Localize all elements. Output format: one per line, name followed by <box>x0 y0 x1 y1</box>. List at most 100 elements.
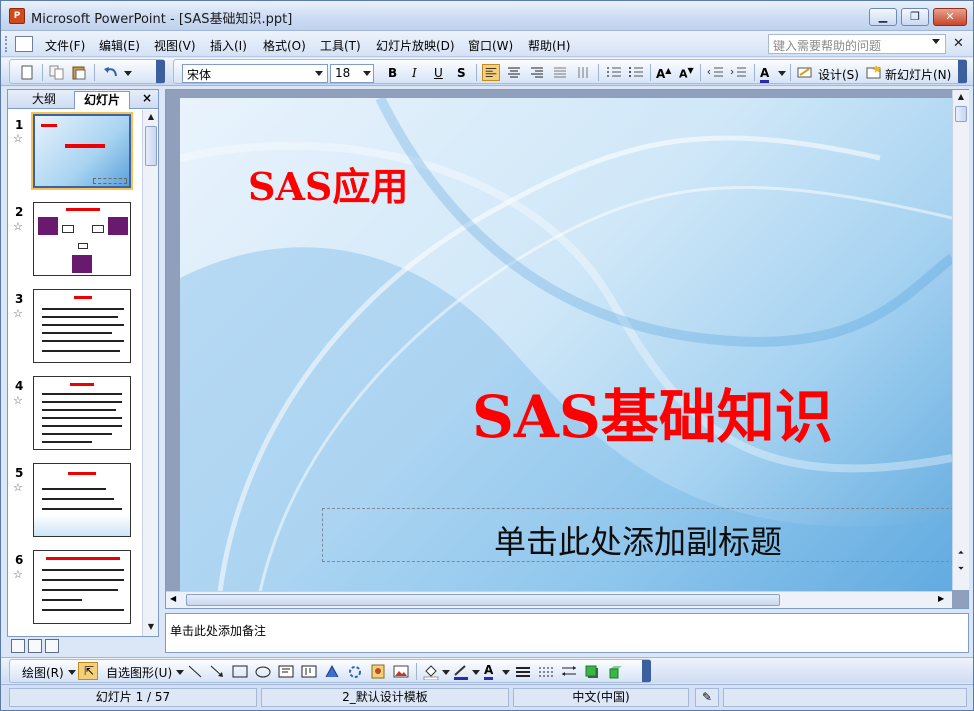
slide-header-text[interactable]: SAS应用 <box>248 156 408 211</box>
wordart-icon[interactable] <box>323 663 341 680</box>
previous-slide-icon[interactable]: ⏶ <box>955 546 967 560</box>
help-dropdown-icon[interactable] <box>932 39 940 44</box>
autoshapes-button[interactable]: 自选图形(U) <box>106 664 172 681</box>
dash-style-icon[interactable] <box>537 663 555 680</box>
menu-file[interactable]: 文件(F) <box>45 37 85 54</box>
distribute-icon[interactable] <box>551 64 569 81</box>
slide-title[interactable]: SAS基础知识 <box>472 370 833 454</box>
menu-grip[interactable] <box>5 36 9 52</box>
decrease-indent-icon[interactable] <box>707 64 725 81</box>
scroll-left-icon[interactable]: ◀ <box>170 594 176 603</box>
font-color-dropdown-icon[interactable] <box>778 71 786 76</box>
oval-tool-icon[interactable] <box>254 663 272 680</box>
copy-icon[interactable] <box>48 64 66 81</box>
bullets-icon[interactable] <box>627 64 645 81</box>
line-color-dropdown-icon[interactable] <box>472 670 480 675</box>
slide-thumbnail-2[interactable] <box>33 202 131 276</box>
slide-thumbnail-5[interactable] <box>33 463 131 537</box>
design-icon[interactable] <box>796 64 814 81</box>
slide-vertical-scrollbar[interactable]: ▲ ⏶ ⏷ <box>952 90 969 590</box>
menu-view[interactable]: 视图(V) <box>154 37 196 54</box>
increase-indent-icon[interactable] <box>730 64 748 81</box>
italic-button[interactable]: I <box>412 66 417 80</box>
toolbar-overflow-icon[interactable] <box>156 60 165 83</box>
pane-close-icon[interactable]: × <box>142 91 152 105</box>
current-slide[interactable]: SAS应用 SAS基础知识 单击此处添加副标题 <box>180 98 952 592</box>
numbering-icon[interactable] <box>605 64 623 81</box>
menu-format[interactable]: 格式(O) <box>263 37 306 54</box>
menu-slideshow[interactable]: 幻灯片放映(D) <box>376 37 455 54</box>
rectangle-tool-icon[interactable] <box>231 663 249 680</box>
menu-window[interactable]: 窗口(W) <box>468 37 513 54</box>
select-objects-icon[interactable]: ⇱ <box>78 662 98 680</box>
autoshapes-dropdown-icon[interactable] <box>176 670 184 675</box>
design-template-status[interactable]: 2_默认设计模板 <box>261 688 509 707</box>
underline-button[interactable]: U <box>434 66 443 80</box>
vertical-text-icon[interactable] <box>574 64 592 81</box>
menu-help[interactable]: 帮助(H) <box>528 37 570 54</box>
textbox-tool-icon[interactable] <box>277 663 295 680</box>
draw-font-color-dropdown-icon[interactable] <box>502 670 510 675</box>
scroll-up-icon[interactable]: ▲ <box>145 110 157 124</box>
align-right-icon[interactable] <box>528 64 546 81</box>
clipart-icon[interactable] <box>369 663 387 680</box>
draw-font-color-icon[interactable]: A <box>484 663 494 680</box>
design-button[interactable]: 设计(S) <box>818 66 859 83</box>
scroll-thumb[interactable] <box>186 594 780 606</box>
menu-edit[interactable]: 编辑(E) <box>99 37 140 54</box>
decrease-font-icon[interactable]: A▼ <box>679 66 694 81</box>
line-tool-icon[interactable] <box>186 663 204 680</box>
font-size-dropdown-icon[interactable] <box>363 71 371 76</box>
shadow-style-icon[interactable] <box>583 663 601 680</box>
spelling-status-icon[interactable]: ✎ <box>695 688 719 707</box>
close-window-button[interactable]: ✕ <box>933 8 967 26</box>
font-color-icon[interactable]: A <box>760 66 770 83</box>
menu-tools[interactable]: 工具(T) <box>320 37 361 54</box>
paste-icon[interactable] <box>70 64 88 81</box>
font-name-combo[interactable]: 宋体 <box>182 64 328 83</box>
scroll-thumb[interactable] <box>955 106 967 122</box>
scroll-down-icon[interactable]: ▼ <box>145 620 157 634</box>
tab-outline[interactable]: 大纲 <box>16 91 72 109</box>
notes-pane[interactable]: 单击此处添加备注 <box>165 613 969 653</box>
align-left-icon[interactable] <box>482 64 500 81</box>
font-name-dropdown-icon[interactable] <box>315 71 323 76</box>
next-slide-icon[interactable]: ⏷ <box>955 562 967 576</box>
fill-color-dropdown-icon[interactable] <box>442 670 450 675</box>
tab-slides[interactable]: 幻灯片 <box>74 91 130 109</box>
powerpoint-app-icon[interactable]: P <box>9 8 25 24</box>
shadow-button[interactable]: S <box>457 66 466 80</box>
slide-horizontal-scrollbar[interactable]: ◀ ▶ <box>166 591 952 608</box>
undo-dropdown-icon[interactable] <box>124 71 132 76</box>
help-search-input[interactable]: 键入需要帮助的问题 <box>768 34 946 54</box>
restore-button[interactable]: ❐ <box>901 8 929 26</box>
slide-sorter-view-icon[interactable] <box>28 639 42 653</box>
line-color-icon[interactable] <box>452 663 470 680</box>
increase-font-icon[interactable]: A▲ <box>656 66 671 81</box>
slide-thumbnail-3[interactable] <box>33 289 131 363</box>
scroll-right-icon[interactable]: ▶ <box>938 594 944 603</box>
undo-icon[interactable] <box>102 64 120 81</box>
scroll-thumb[interactable] <box>145 126 157 166</box>
minimize-button[interactable]: ▁ <box>869 8 897 26</box>
toolbar-overflow-icon[interactable] <box>958 60 967 83</box>
document-close-icon[interactable]: ✕ <box>953 36 964 51</box>
bold-button[interactable]: B <box>388 66 397 80</box>
slide-thumbnail-1[interactable] <box>31 112 133 190</box>
align-center-icon[interactable] <box>505 64 523 81</box>
new-slide-icon[interactable] <box>865 64 883 81</box>
vertical-textbox-icon[interactable] <box>300 663 318 680</box>
toolbar-overflow-icon[interactable] <box>642 660 651 682</box>
3d-style-icon[interactable] <box>606 663 624 680</box>
draw-menu-button[interactable]: 绘图(R) <box>22 664 64 681</box>
arrow-tool-icon[interactable] <box>208 663 226 680</box>
slide-thumbnail-6[interactable] <box>33 550 131 624</box>
new-document-icon[interactable] <box>18 64 36 81</box>
normal-view-icon[interactable] <box>11 639 25 653</box>
slide-thumbnail-4[interactable] <box>33 376 131 450</box>
menu-insert[interactable]: 插入(I) <box>210 37 247 54</box>
subtitle-placeholder[interactable]: 单击此处添加副标题 <box>322 508 952 562</box>
draw-dropdown-icon[interactable] <box>68 670 76 675</box>
line-style-icon[interactable] <box>514 663 532 680</box>
fill-color-icon[interactable] <box>422 663 440 680</box>
